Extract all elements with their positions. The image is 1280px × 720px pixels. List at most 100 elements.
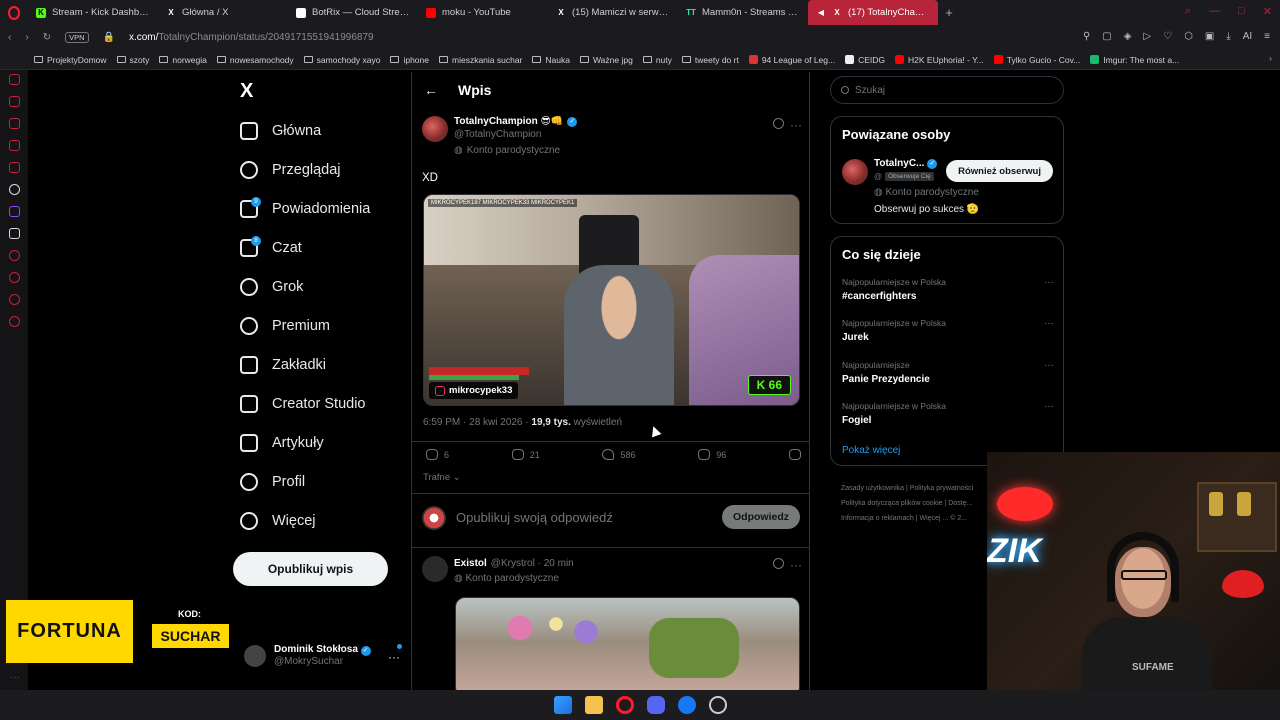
forward-icon[interactable]: › (25, 32, 28, 43)
post-video[interactable]: MIKROCYPEK187 MIKROCYPEK33 MIKROCYPEK1 m… (423, 194, 800, 406)
x-logo-icon[interactable]: X (240, 80, 253, 103)
post-button[interactable]: Opublikuj wpis (233, 552, 388, 586)
pin-icon[interactable]: ⚲ (1083, 31, 1090, 42)
bookmark-button[interactable]: 96 (698, 449, 726, 460)
show-more-link[interactable]: Pokaż więcej (842, 445, 900, 456)
related-name[interactable]: TotalnyC... ✓ (874, 158, 938, 169)
bookmark-ceidg[interactable]: CEIDG (845, 55, 885, 65)
post-author-name[interactable]: TotalnyChampion 😎👊 ✓ (454, 116, 578, 127)
facebook-icon[interactable] (677, 696, 696, 714)
chatgpt-icon[interactable] (8, 184, 20, 195)
grok-explain-icon[interactable] (773, 118, 784, 129)
bookmarks-overflow-icon[interactable]: › (1269, 53, 1272, 63)
reply-image[interactable] (455, 597, 800, 690)
pin-side-icon[interactable] (8, 294, 20, 305)
menu-icon[interactable]: ≡ (1264, 31, 1270, 42)
account-more-icon[interactable]: ··· (388, 650, 400, 664)
trend-more-icon[interactable]: ··· (1044, 318, 1054, 329)
tab-x-home[interactable]: X Główna / X (158, 0, 288, 25)
trend-more-icon[interactable]: ··· (1044, 277, 1054, 288)
trend-item[interactable]: Najpopularniejsze w Polska Jurek ··· (842, 318, 1054, 343)
obs-icon[interactable] (708, 696, 727, 714)
bookmark-tweety-do-rt[interactable]: tweety do rt (681, 55, 739, 65)
instagram-icon[interactable] (8, 140, 20, 151)
nav-item-articles[interactable]: Artykuły (240, 434, 324, 452)
bookmark-nowesamochody[interactable]: nowesamochody (216, 55, 294, 65)
bookmark-samochody-xayo[interactable]: samochody xayo (303, 55, 380, 65)
trend-item[interactable]: Najpopularniejsze Panie Prezydencie ··· (842, 360, 1054, 385)
follow-back-button[interactable]: Również obserwuj (946, 160, 1053, 182)
footer-link[interactable]: Zasady użytkownika (841, 485, 904, 492)
post-author-avatar[interactable] (422, 116, 448, 142)
vpn-badge[interactable]: VPN (65, 32, 89, 43)
trend-more-icon[interactable]: ··· (1044, 401, 1054, 412)
clock-icon[interactable] (8, 272, 20, 283)
post-author-handle[interactable]: @TotalnyChampion (454, 129, 541, 140)
opera-taskbar-icon[interactable] (615, 696, 634, 714)
x-side-icon[interactable] (8, 228, 20, 239)
bookmark-mieszkania-suchar[interactable]: mieszkania suchar (439, 55, 522, 65)
bookmark-projektydomow[interactable]: ProjektyDomow (34, 55, 107, 65)
bookmark-imgur[interactable]: Imgur: The most a... (1090, 55, 1179, 65)
vk-icon[interactable] (8, 162, 20, 173)
bookmark-wazne-jpg[interactable]: Ważne jpg (579, 55, 633, 65)
back-arrow-icon[interactable]: ← (424, 82, 438, 98)
shield-icon[interactable]: ◈ (1124, 31, 1132, 42)
bookmark-szoty[interactable]: szoty (116, 55, 149, 65)
share-button[interactable] (788, 449, 801, 460)
new-tab-button[interactable]: + (942, 5, 956, 20)
reply-author-avatar[interactable] (422, 556, 448, 582)
bookmarks-side-icon[interactable] (8, 96, 20, 107)
maximize-icon[interactable]: □ (1238, 5, 1245, 18)
wallet-icon[interactable]: ▣ (1205, 31, 1214, 42)
trend-item[interactable]: Najpopularniejsze w Polska #cancerfighter… (842, 277, 1054, 302)
opera-logo-icon[interactable] (0, 0, 28, 25)
footer-link[interactable]: Informacja o reklamach (841, 515, 914, 522)
tab-botrix[interactable]: BotRix — Cloud Streaming (288, 0, 418, 25)
player-icon[interactable] (8, 118, 20, 129)
bookmark-nauka[interactable]: Nauka (532, 55, 570, 65)
tab-totalnychampion[interactable]: ◀X(17) TotalnyChampion (808, 0, 938, 25)
bookmark-h2k[interactable]: H2K EUphoria! - Y... (895, 55, 984, 65)
messenger-icon[interactable] (8, 74, 20, 85)
tab-mamiczi[interactable]: X(15) Mamiczi w serwisie X (548, 0, 678, 25)
like-button[interactable]: 586 (602, 449, 636, 460)
trend-item[interactable]: Najpopularniejsze w Polska Fogiel ··· (842, 401, 1054, 426)
nav-item-more[interactable]: Więcej (240, 512, 316, 530)
download-icon[interactable]: ⤓ (1226, 31, 1230, 42)
tab-mamm0n[interactable]: TT Mamm0n - Streams List a (678, 0, 808, 25)
bookmark-league-of-legends[interactable]: 94 League of Leg... (748, 55, 835, 65)
reply-submit-button[interactable]: Odpowiedz (722, 505, 800, 529)
tab-youtube[interactable]: moku - YouTube (418, 0, 548, 25)
twitch-icon[interactable] (8, 206, 20, 217)
bookmark-nuty[interactable]: nuty (642, 55, 672, 65)
nav-item-home[interactable]: Główna (240, 122, 321, 140)
nav-item-explore[interactable]: Przeglądaj (240, 161, 341, 179)
reload-icon[interactable]: ↻ (43, 32, 51, 43)
reply-input[interactable]: Opublikuj swoją odpowiedź (456, 510, 613, 525)
url-field[interactable]: x.com/TotalnyChampion/status/20491715519… (129, 32, 374, 43)
close-window-icon[interactable]: ✕ (1263, 5, 1272, 18)
footer-link[interactable]: Dostę... (948, 500, 972, 507)
nav-item-profile[interactable]: Profil (240, 473, 305, 491)
avatar[interactable] (842, 159, 868, 185)
screenshot-icon[interactable]: ▢ (1102, 31, 1111, 42)
post-more-icon[interactable]: ··· (790, 118, 802, 132)
search-input[interactable]: Szukaj (830, 76, 1064, 104)
discord-icon[interactable] (646, 696, 665, 714)
nav-item-bookmarks[interactable]: Zakładki (240, 356, 326, 374)
account-switcher[interactable]: Dominik Stokłosa ✓ @MokrySuchar ··· (244, 644, 404, 667)
heart-icon[interactable]: ♡ (1163, 31, 1172, 42)
settings-icon[interactable] (8, 316, 20, 327)
post-timestamp[interactable]: 6:59 PM · 28 kwi 2026 · (423, 417, 531, 428)
bookmark-tylko-gucio[interactable]: Tylko Gucio - Cov... (993, 55, 1080, 65)
minimize-icon[interactable]: — (1209, 5, 1220, 18)
nav-item-premium[interactable]: Premium (240, 317, 330, 335)
sidebar-more-icon[interactable]: ··· (10, 672, 20, 683)
back-icon[interactable]: ‹ (8, 32, 11, 43)
extensions-icon[interactable]: ⬡ (1184, 31, 1193, 42)
nav-item-grok[interactable]: Grok (240, 278, 303, 296)
history-icon[interactable] (8, 250, 20, 261)
nav-item-notifications[interactable]: 9 Powiadomienia (240, 197, 370, 218)
bookmark-norwegia[interactable]: norwegia (159, 55, 207, 65)
